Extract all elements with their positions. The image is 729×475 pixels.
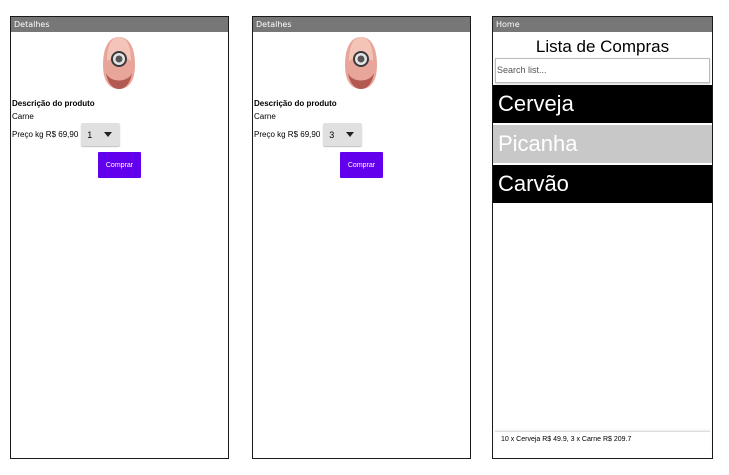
meat-product-image xyxy=(103,37,135,89)
quantity-value: 1 xyxy=(87,129,93,140)
details-screen-1: Detalhes Descrição do produto Carne Preç… xyxy=(10,16,229,459)
quantity-dropdown[interactable]: 3 xyxy=(323,123,363,146)
titlebar: Detalhes xyxy=(11,17,228,32)
meat-product-image xyxy=(345,37,377,89)
buy-button[interactable]: Comprar xyxy=(340,152,383,178)
details-screen-2: Detalhes Descrição do produto Carne Preç… xyxy=(252,16,471,459)
cart-summary: 10 x Cerveja R$ 49.9, 3 x Carne R$ 209.7 xyxy=(495,431,710,455)
search-input[interactable]: Search list... xyxy=(495,58,710,83)
chevron-down-icon xyxy=(104,132,113,137)
list-title: Lista de Compras xyxy=(535,37,670,56)
list-item-picanha[interactable]: Picanha xyxy=(493,125,712,163)
list-item-cerveja[interactable]: Cerveja xyxy=(493,85,712,123)
quantity-value: 3 xyxy=(329,129,335,140)
titlebar: Home xyxy=(493,17,712,32)
quantity-dropdown[interactable]: 1 xyxy=(81,123,121,146)
description-label: Descrição do produto xyxy=(12,99,95,108)
price-label: Preço kg R$ 69,90 xyxy=(254,130,321,139)
price-label: Preço kg R$ 69,90 xyxy=(12,130,79,139)
buy-button[interactable]: Comprar xyxy=(98,152,141,178)
titlebar: Detalhes xyxy=(253,17,470,32)
price-row: Preço kg R$ 69,90 1 xyxy=(12,123,121,146)
description-value: Carne xyxy=(12,112,34,121)
description-value: Carne xyxy=(254,112,276,121)
chevron-down-icon xyxy=(346,132,355,137)
home-screen: Home Lista de Compras Search list... Cer… xyxy=(492,16,713,459)
list-item-carvao[interactable]: Carvão xyxy=(493,165,712,203)
price-row: Preço kg R$ 69,90 3 xyxy=(254,123,363,146)
description-label: Descrição do produto xyxy=(254,99,337,108)
